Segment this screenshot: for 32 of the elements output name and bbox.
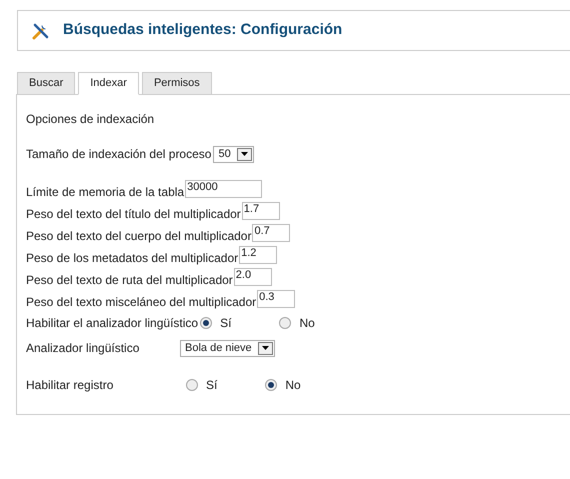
radio-label: No <box>299 315 315 332</box>
field-label: Peso del texto de ruta del multiplicador <box>26 272 233 289</box>
dropdown[interactable]: 50 <box>213 146 254 162</box>
page-title: Búsquedas inteligentes: Configuración <box>63 20 342 40</box>
radio-button[interactable] <box>265 379 278 391</box>
tab[interactable]: Buscar <box>17 72 76 95</box>
text-field[interactable]: 1.2 <box>239 246 278 264</box>
field-label: Peso de los metadatos del multiplicador <box>26 250 238 267</box>
field-label: Habilitar registro <box>26 377 114 394</box>
field-label: Peso del texto misceláneo del multiplicador <box>26 294 256 311</box>
radio-button[interactable] <box>186 379 198 391</box>
field-label: Tamaño de indexación del proceso <box>26 146 212 163</box>
text-field[interactable]: 30000 <box>185 180 262 198</box>
radio-label: Sí <box>206 377 218 394</box>
field-label: Peso del texto del título del multiplicador <box>26 206 241 223</box>
text-field[interactable]: 0.3 <box>257 290 296 308</box>
text-field[interactable]: 2.0 <box>234 268 272 286</box>
text-field[interactable]: 1.7 <box>242 202 280 220</box>
tab[interactable]: Permisos <box>142 72 212 95</box>
radio-label: No <box>285 377 301 394</box>
radio-label: Sí <box>220 315 232 332</box>
radio-button[interactable] <box>279 317 292 329</box>
field-label: Habilitar el analizador lingüístico <box>26 315 198 332</box>
tools-icon <box>32 22 50 40</box>
field-label: Límite de memoria de la tabla <box>26 184 184 201</box>
section-title: Opciones de indexación <box>26 111 156 128</box>
tab[interactable]: Indexar <box>78 72 139 95</box>
dropdown[interactable]: Bola de nieve <box>180 340 275 356</box>
field-label: Peso del texto del cuerpo del multiplicador <box>26 228 252 245</box>
field-label: Analizador lingüístico <box>26 340 140 357</box>
radio-button[interactable] <box>200 317 212 329</box>
text-field[interactable]: 0.7 <box>252 224 290 242</box>
